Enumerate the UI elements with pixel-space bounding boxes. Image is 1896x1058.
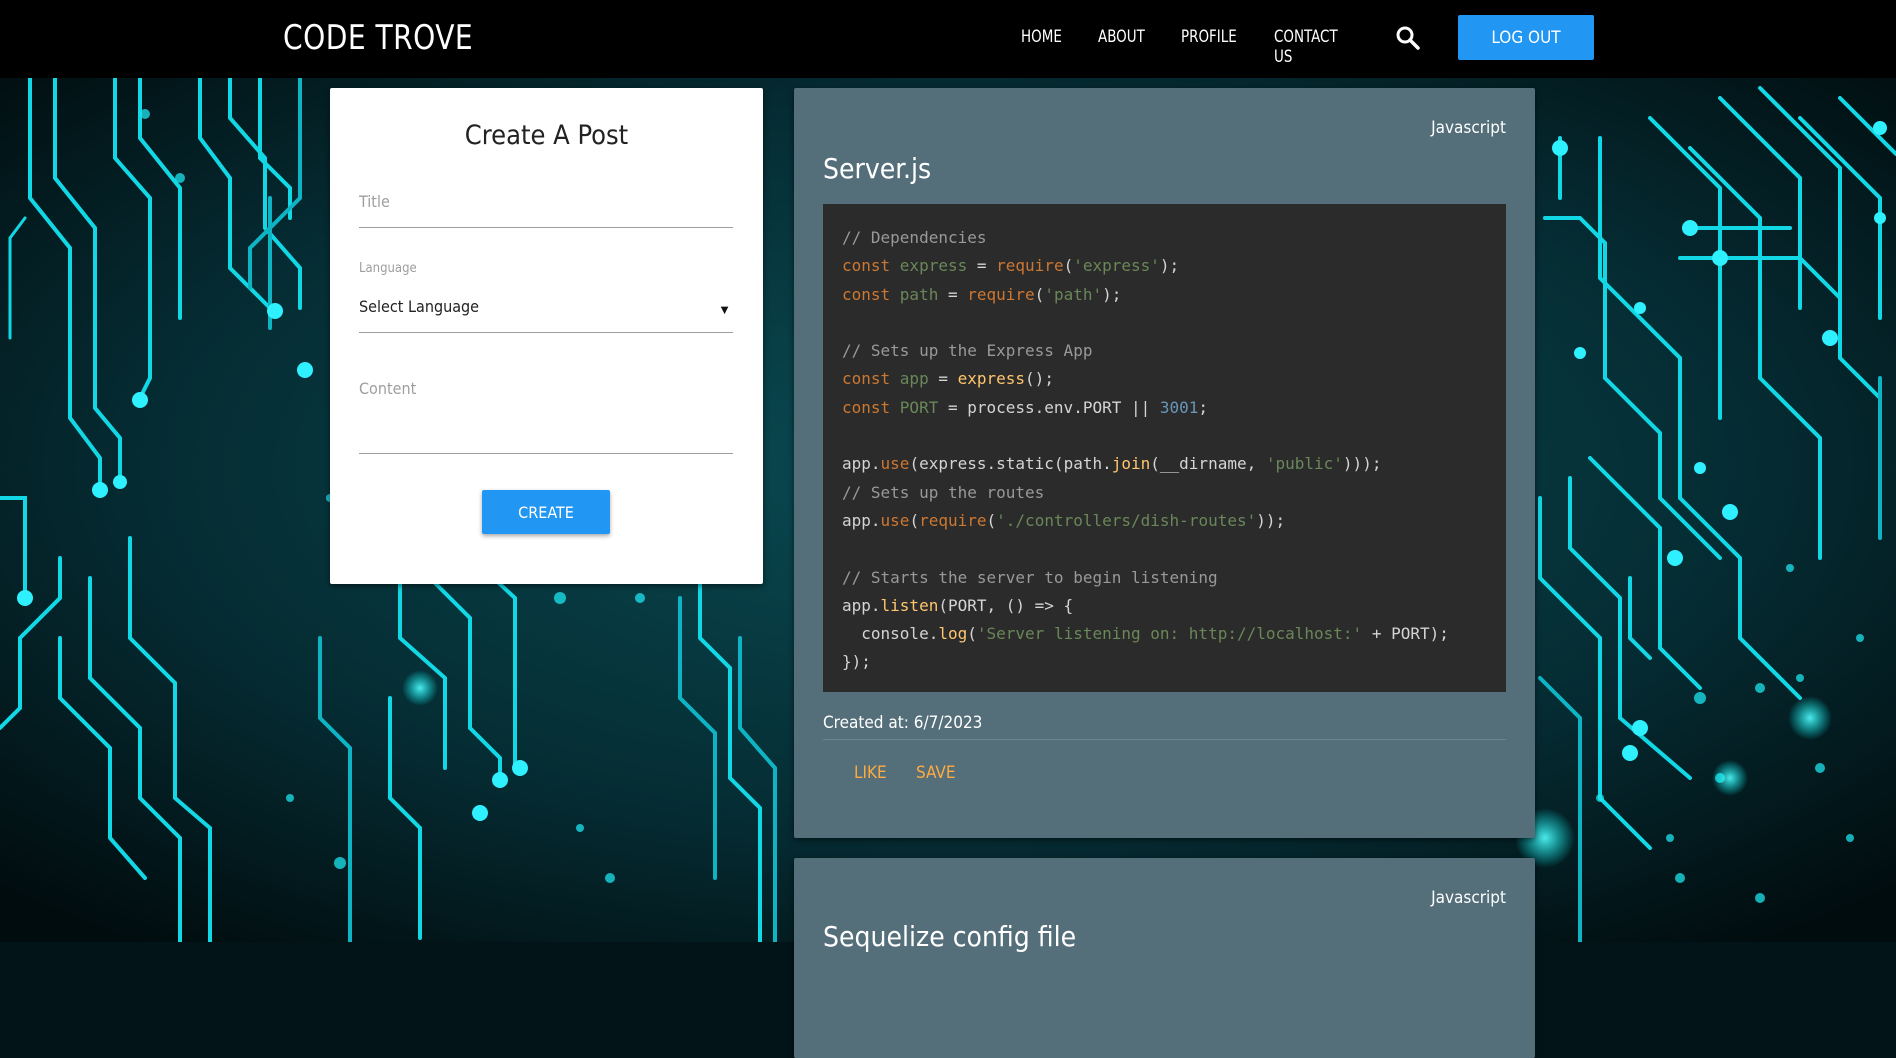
code-line: }); bbox=[842, 652, 871, 672]
code-line: app.use(express.static(path.join(__dirna… bbox=[842, 454, 1382, 474]
code-line: // Sets up the routes bbox=[842, 482, 1045, 502]
code-line: const path = require('path'); bbox=[842, 284, 1122, 304]
code-line: app.use(require('./controllers/dish-rout… bbox=[842, 510, 1286, 530]
navbar: CODE TROVE HOME ABOUT PROFILE CONTACT US… bbox=[0, 0, 1896, 78]
title-field[interactable]: Title bbox=[359, 192, 733, 228]
search-icon[interactable] bbox=[1395, 25, 1421, 51]
code-line: app.listen(PORT, () => { bbox=[842, 595, 1074, 615]
nav-profile[interactable]: PROFILE bbox=[1181, 27, 1237, 47]
post-title: Server.js bbox=[823, 152, 932, 185]
like-button[interactable]: LIKE bbox=[854, 763, 887, 783]
nav-about[interactable]: ABOUT bbox=[1098, 27, 1145, 47]
create-post-card: Create A Post Title Language Select Lang… bbox=[330, 88, 763, 584]
post-card: Javascript Server.js // Dependencies con… bbox=[794, 88, 1535, 838]
post-language: Javascript bbox=[1431, 888, 1506, 908]
title-placeholder: Title bbox=[359, 192, 390, 211]
language-selected: Select Language bbox=[359, 297, 480, 316]
code-line: // Dependencies bbox=[842, 228, 987, 247]
brand-logo[interactable]: CODE TROVE bbox=[283, 14, 473, 62]
create-button[interactable]: CREATE bbox=[482, 490, 610, 534]
content-placeholder: Content bbox=[359, 379, 417, 398]
code-line: console.log('Server listening on: http:/… bbox=[842, 624, 1449, 644]
code-line: const app = express(); bbox=[842, 369, 1054, 389]
content-field[interactable]: Content bbox=[359, 379, 733, 454]
create-post-heading: Create A Post bbox=[464, 120, 629, 151]
save-button[interactable]: SAVE bbox=[916, 763, 956, 783]
code-block: // Dependencies const express = require(… bbox=[823, 204, 1506, 692]
nav-home[interactable]: HOME bbox=[1021, 27, 1062, 47]
nav-contact-us[interactable]: CONTACT US bbox=[1274, 27, 1338, 67]
code-line: const express = require('express'); bbox=[842, 256, 1180, 276]
post-card: Javascript Sequelize config file bbox=[794, 858, 1535, 1058]
caret-down-icon: ▼ bbox=[718, 302, 731, 317]
language-label: Language bbox=[359, 261, 417, 276]
logout-button[interactable]: LOG OUT bbox=[1458, 15, 1594, 60]
divider bbox=[823, 739, 1506, 740]
code-line: // Starts the server to begin listening bbox=[842, 567, 1218, 587]
code-line: const PORT = process.env.PORT || 3001; bbox=[842, 397, 1209, 417]
code-line: // Sets up the Express App bbox=[842, 341, 1093, 361]
post-title: Sequelize config file bbox=[823, 920, 1077, 953]
post-created-date: Created at: 6/7/2023 bbox=[823, 713, 983, 733]
language-select[interactable]: Select Language ▼ bbox=[359, 297, 733, 333]
post-language: Javascript bbox=[1431, 118, 1506, 138]
